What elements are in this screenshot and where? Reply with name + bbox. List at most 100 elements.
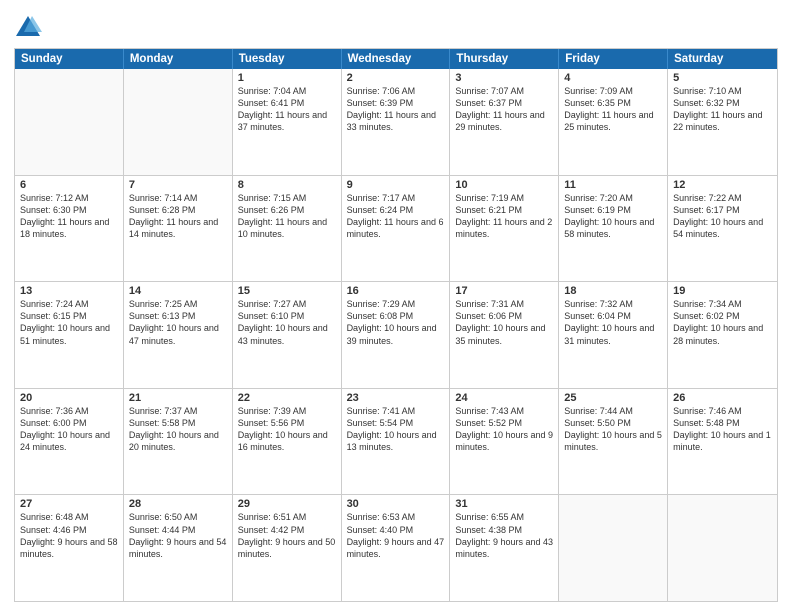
day-cell-4: 4Sunrise: 7:09 AM Sunset: 6:35 PM Daylig… <box>559 69 668 175</box>
day-cell-14: 14Sunrise: 7:25 AM Sunset: 6:13 PM Dayli… <box>124 282 233 388</box>
day-cell-3: 3Sunrise: 7:07 AM Sunset: 6:37 PM Daylig… <box>450 69 559 175</box>
day-number: 5 <box>673 72 772 84</box>
day-number: 12 <box>673 179 772 191</box>
day-number: 27 <box>20 498 118 510</box>
day-number: 15 <box>238 285 336 297</box>
day-cell-25: 25Sunrise: 7:44 AM Sunset: 5:50 PM Dayli… <box>559 389 668 495</box>
calendar-week-4: 20Sunrise: 7:36 AM Sunset: 6:00 PM Dayli… <box>15 388 777 495</box>
day-number: 28 <box>129 498 227 510</box>
day-detail: Sunrise: 7:19 AM Sunset: 6:21 PM Dayligh… <box>455 192 553 241</box>
day-number: 8 <box>238 179 336 191</box>
day-number: 25 <box>564 392 662 404</box>
day-cell-1: 1Sunrise: 7:04 AM Sunset: 6:41 PM Daylig… <box>233 69 342 175</box>
day-detail: Sunrise: 7:46 AM Sunset: 5:48 PM Dayligh… <box>673 405 772 454</box>
day-number: 7 <box>129 179 227 191</box>
day-detail: Sunrise: 7:27 AM Sunset: 6:10 PM Dayligh… <box>238 298 336 347</box>
day-cell-11: 11Sunrise: 7:20 AM Sunset: 6:19 PM Dayli… <box>559 176 668 282</box>
day-cell-6: 6Sunrise: 7:12 AM Sunset: 6:30 PM Daylig… <box>15 176 124 282</box>
day-cell-20: 20Sunrise: 7:36 AM Sunset: 6:00 PM Dayli… <box>15 389 124 495</box>
calendar-header-tuesday: Tuesday <box>233 49 342 69</box>
day-number: 23 <box>347 392 445 404</box>
day-detail: Sunrise: 6:51 AM Sunset: 4:42 PM Dayligh… <box>238 511 336 560</box>
day-number: 11 <box>564 179 662 191</box>
day-detail: Sunrise: 7:44 AM Sunset: 5:50 PM Dayligh… <box>564 405 662 454</box>
day-cell-2: 2Sunrise: 7:06 AM Sunset: 6:39 PM Daylig… <box>342 69 451 175</box>
day-detail: Sunrise: 6:53 AM Sunset: 4:40 PM Dayligh… <box>347 511 445 560</box>
day-detail: Sunrise: 7:25 AM Sunset: 6:13 PM Dayligh… <box>129 298 227 347</box>
day-detail: Sunrise: 7:10 AM Sunset: 6:32 PM Dayligh… <box>673 85 772 134</box>
day-detail: Sunrise: 7:22 AM Sunset: 6:17 PM Dayligh… <box>673 192 772 241</box>
day-cell-7: 7Sunrise: 7:14 AM Sunset: 6:28 PM Daylig… <box>124 176 233 282</box>
day-cell-21: 21Sunrise: 7:37 AM Sunset: 5:58 PM Dayli… <box>124 389 233 495</box>
day-cell-19: 19Sunrise: 7:34 AM Sunset: 6:02 PM Dayli… <box>668 282 777 388</box>
day-detail: Sunrise: 6:48 AM Sunset: 4:46 PM Dayligh… <box>20 511 118 560</box>
day-number: 16 <box>347 285 445 297</box>
calendar-header-thursday: Thursday <box>450 49 559 69</box>
page: SundayMondayTuesdayWednesdayThursdayFrid… <box>0 0 792 612</box>
calendar-week-2: 6Sunrise: 7:12 AM Sunset: 6:30 PM Daylig… <box>15 175 777 282</box>
day-cell-5: 5Sunrise: 7:10 AM Sunset: 6:32 PM Daylig… <box>668 69 777 175</box>
day-number: 29 <box>238 498 336 510</box>
empty-cell <box>559 495 668 601</box>
calendar-week-1: 1Sunrise: 7:04 AM Sunset: 6:41 PM Daylig… <box>15 69 777 175</box>
day-detail: Sunrise: 7:37 AM Sunset: 5:58 PM Dayligh… <box>129 405 227 454</box>
day-number: 14 <box>129 285 227 297</box>
day-detail: Sunrise: 7:17 AM Sunset: 6:24 PM Dayligh… <box>347 192 445 241</box>
day-cell-15: 15Sunrise: 7:27 AM Sunset: 6:10 PM Dayli… <box>233 282 342 388</box>
empty-cell <box>668 495 777 601</box>
calendar-week-3: 13Sunrise: 7:24 AM Sunset: 6:15 PM Dayli… <box>15 281 777 388</box>
day-detail: Sunrise: 7:20 AM Sunset: 6:19 PM Dayligh… <box>564 192 662 241</box>
day-number: 2 <box>347 72 445 84</box>
day-cell-28: 28Sunrise: 6:50 AM Sunset: 4:44 PM Dayli… <box>124 495 233 601</box>
day-detail: Sunrise: 7:07 AM Sunset: 6:37 PM Dayligh… <box>455 85 553 134</box>
day-detail: Sunrise: 7:39 AM Sunset: 5:56 PM Dayligh… <box>238 405 336 454</box>
day-detail: Sunrise: 7:29 AM Sunset: 6:08 PM Dayligh… <box>347 298 445 347</box>
logo-icon <box>14 14 42 42</box>
day-number: 9 <box>347 179 445 191</box>
day-cell-13: 13Sunrise: 7:24 AM Sunset: 6:15 PM Dayli… <box>15 282 124 388</box>
day-cell-16: 16Sunrise: 7:29 AM Sunset: 6:08 PM Dayli… <box>342 282 451 388</box>
day-number: 30 <box>347 498 445 510</box>
header <box>14 10 778 42</box>
day-cell-29: 29Sunrise: 6:51 AM Sunset: 4:42 PM Dayli… <box>233 495 342 601</box>
day-detail: Sunrise: 7:31 AM Sunset: 6:06 PM Dayligh… <box>455 298 553 347</box>
day-number: 22 <box>238 392 336 404</box>
day-number: 10 <box>455 179 553 191</box>
day-detail: Sunrise: 7:09 AM Sunset: 6:35 PM Dayligh… <box>564 85 662 134</box>
day-detail: Sunrise: 7:43 AM Sunset: 5:52 PM Dayligh… <box>455 405 553 454</box>
day-cell-9: 9Sunrise: 7:17 AM Sunset: 6:24 PM Daylig… <box>342 176 451 282</box>
calendar-header-sunday: Sunday <box>15 49 124 69</box>
empty-cell <box>124 69 233 175</box>
day-cell-22: 22Sunrise: 7:39 AM Sunset: 5:56 PM Dayli… <box>233 389 342 495</box>
day-cell-12: 12Sunrise: 7:22 AM Sunset: 6:17 PM Dayli… <box>668 176 777 282</box>
day-detail: Sunrise: 6:50 AM Sunset: 4:44 PM Dayligh… <box>129 511 227 560</box>
day-number: 19 <box>673 285 772 297</box>
calendar-header-monday: Monday <box>124 49 233 69</box>
day-detail: Sunrise: 7:12 AM Sunset: 6:30 PM Dayligh… <box>20 192 118 241</box>
calendar-week-5: 27Sunrise: 6:48 AM Sunset: 4:46 PM Dayli… <box>15 494 777 601</box>
day-detail: Sunrise: 6:55 AM Sunset: 4:38 PM Dayligh… <box>455 511 553 560</box>
day-number: 31 <box>455 498 553 510</box>
calendar-header-friday: Friday <box>559 49 668 69</box>
day-detail: Sunrise: 7:06 AM Sunset: 6:39 PM Dayligh… <box>347 85 445 134</box>
day-number: 26 <box>673 392 772 404</box>
day-cell-10: 10Sunrise: 7:19 AM Sunset: 6:21 PM Dayli… <box>450 176 559 282</box>
day-number: 13 <box>20 285 118 297</box>
day-cell-27: 27Sunrise: 6:48 AM Sunset: 4:46 PM Dayli… <box>15 495 124 601</box>
calendar-body: 1Sunrise: 7:04 AM Sunset: 6:41 PM Daylig… <box>15 69 777 601</box>
calendar-header-wednesday: Wednesday <box>342 49 451 69</box>
day-detail: Sunrise: 7:04 AM Sunset: 6:41 PM Dayligh… <box>238 85 336 134</box>
logo <box>14 14 46 42</box>
day-cell-23: 23Sunrise: 7:41 AM Sunset: 5:54 PM Dayli… <box>342 389 451 495</box>
day-cell-17: 17Sunrise: 7:31 AM Sunset: 6:06 PM Dayli… <box>450 282 559 388</box>
calendar: SundayMondayTuesdayWednesdayThursdayFrid… <box>14 48 778 602</box>
calendar-header-row: SundayMondayTuesdayWednesdayThursdayFrid… <box>15 49 777 69</box>
day-cell-30: 30Sunrise: 6:53 AM Sunset: 4:40 PM Dayli… <box>342 495 451 601</box>
day-number: 18 <box>564 285 662 297</box>
day-cell-8: 8Sunrise: 7:15 AM Sunset: 6:26 PM Daylig… <box>233 176 342 282</box>
day-number: 1 <box>238 72 336 84</box>
day-number: 4 <box>564 72 662 84</box>
day-cell-31: 31Sunrise: 6:55 AM Sunset: 4:38 PM Dayli… <box>450 495 559 601</box>
day-detail: Sunrise: 7:15 AM Sunset: 6:26 PM Dayligh… <box>238 192 336 241</box>
day-cell-18: 18Sunrise: 7:32 AM Sunset: 6:04 PM Dayli… <box>559 282 668 388</box>
